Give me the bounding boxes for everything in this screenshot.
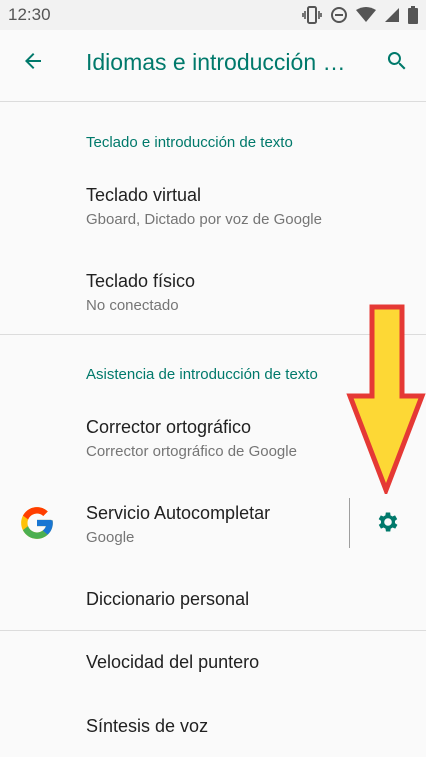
section-header-assistance: Asistencia de introducción de texto <box>86 366 318 383</box>
item-subtitle: Corrector ortográfico de Google <box>86 443 297 460</box>
vertical-separator <box>349 498 350 548</box>
battery-icon <box>408 6 418 24</box>
item-title: Diccionario personal <box>86 589 250 609</box>
item-title: Síntesis de voz <box>86 716 209 736</box>
item-title: Velocidad del puntero <box>86 652 260 672</box>
vibrate-icon <box>302 6 322 24</box>
item-subtitle: Gboard, Dictado por voz de Google <box>86 211 322 228</box>
divider <box>0 630 426 631</box>
section-header-keyboard: Teclado e introducción de texto <box>86 134 293 151</box>
dnd-icon <box>330 6 348 24</box>
item-title: Teclado físico <box>86 271 196 291</box>
gear-icon <box>375 509 401 540</box>
list-item-text-to-speech[interactable]: Síntesis de voz <box>0 700 426 756</box>
arrow-back-icon <box>21 49 45 78</box>
app-bar: Idiomas e introducción de texto <box>0 30 426 94</box>
page-title: Idiomas e introducción de texto <box>86 49 356 75</box>
google-logo-icon <box>18 504 56 542</box>
signal-icon <box>384 7 400 23</box>
autofill-settings-button[interactable] <box>371 507 405 541</box>
list-item-virtual-keyboard[interactable]: Teclado virtual Gboard, Dictado por voz … <box>0 168 426 244</box>
list-item-pointer-speed[interactable]: Velocidad del puntero <box>0 636 426 692</box>
item-title: Servicio Autocompletar <box>86 503 271 523</box>
item-subtitle: Google <box>86 529 135 546</box>
annotation-arrow-icon <box>346 304 426 497</box>
status-bar: 12:30 <box>0 0 426 30</box>
divider <box>0 101 426 102</box>
item-subtitle: No conectado <box>86 297 179 314</box>
search-icon <box>385 49 409 78</box>
status-icons <box>302 6 418 24</box>
search-button[interactable] <box>380 46 414 80</box>
item-title: Corrector ortográfico <box>86 417 252 437</box>
item-title: Teclado virtual <box>86 185 202 205</box>
status-time: 12:30 <box>8 5 51 24</box>
list-item-personal-dictionary[interactable]: Diccionario personal <box>0 572 426 628</box>
wifi-icon <box>356 7 376 23</box>
back-button[interactable] <box>16 46 50 80</box>
